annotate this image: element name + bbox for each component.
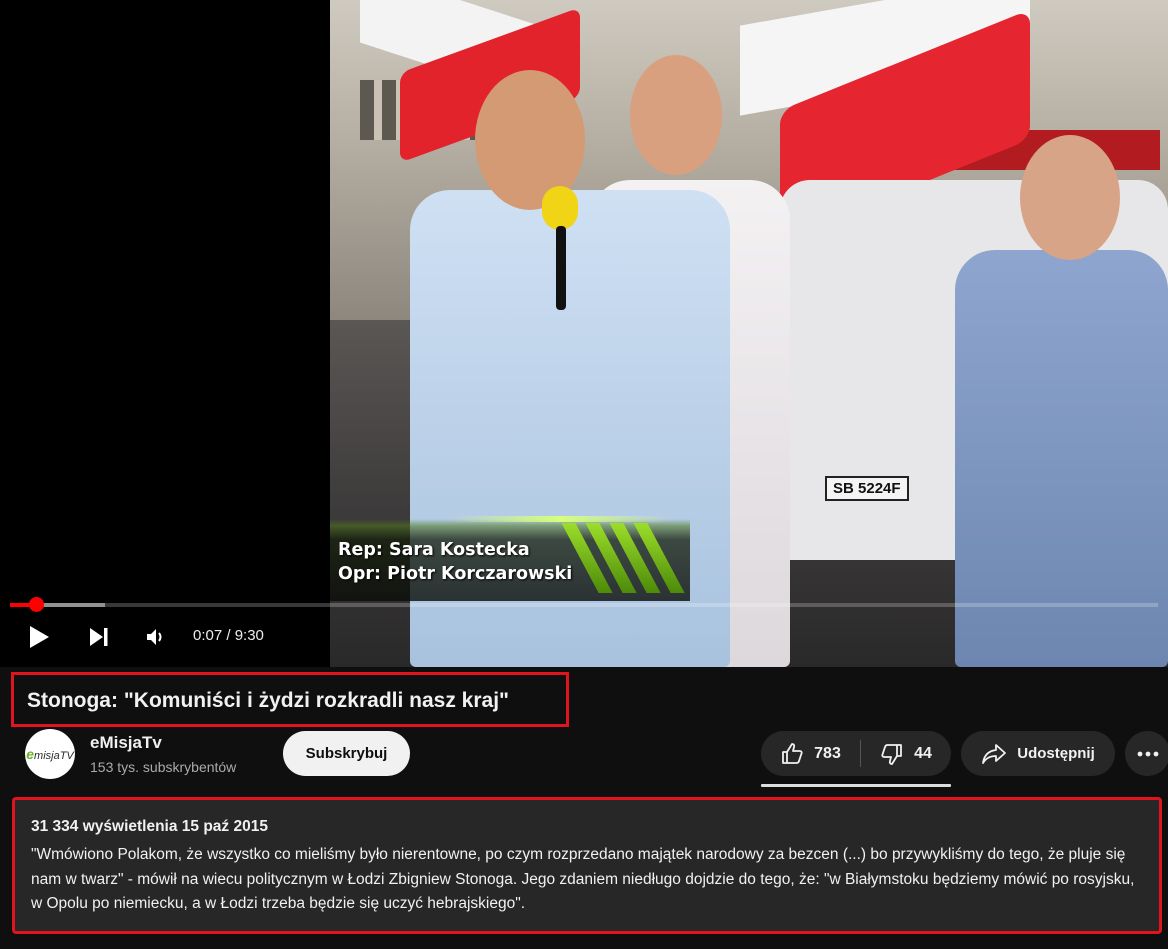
share-button[interactable]: Udostępnij [961, 731, 1115, 776]
more-actions-button[interactable] [1125, 731, 1168, 776]
like-button[interactable]: 783 [761, 731, 860, 776]
like-underline [761, 784, 951, 787]
overlay-operator: Opr: Piotr Korczarowski [338, 564, 573, 584]
man-white-shirt-head [630, 55, 722, 175]
thumbs-down-icon [881, 743, 902, 765]
lower-third-overlay: Rep: Sara Kostecka Opr: Piotr Korczarows… [330, 516, 690, 601]
next-icon [90, 628, 108, 646]
play-icon [30, 626, 49, 648]
video-player[interactable]: SB 5224F Rep: Sara Kostecka Opr: Piotr K… [0, 0, 1168, 667]
share-label: Udostępnij [1017, 745, 1095, 762]
description-meta: 31 334 wyświetlenia 15 paź 2015 [31, 818, 268, 835]
older-man-head [1020, 135, 1120, 260]
progress-scrubber[interactable] [29, 597, 45, 612]
channel-avatar[interactable]: emisjaTV [25, 729, 75, 779]
avatar-logo: emisjaTV [26, 746, 74, 762]
video-title: Stonoga: "Komuniści i żydzi rozkradli na… [27, 689, 510, 712]
channel-name[interactable]: eMisjaTv [90, 733, 162, 753]
play-button[interactable] [24, 622, 54, 652]
subscribe-button[interactable]: Subskrybuj [283, 731, 410, 776]
volume-icon [147, 629, 162, 645]
microphone [542, 186, 578, 230]
progress-bar[interactable] [10, 597, 1158, 612]
subscriber-count: 153 tys. subskrybentów [90, 759, 237, 775]
volume-button[interactable] [140, 622, 170, 652]
description-text: "Wmówiono Polakom, że wszystko co mieliś… [31, 846, 1135, 912]
lower-third-glow [450, 516, 670, 522]
overlay-reporter: Rep: Sara Kostecka [338, 540, 530, 560]
dislike-count: 44 [914, 744, 932, 762]
title-highlight-box: Stonoga: "Komuniści i żydzi rozkradli na… [11, 672, 569, 727]
next-button[interactable] [84, 622, 114, 652]
share-icon [982, 743, 1007, 764]
description-box[interactable]: 31 334 wyświetlenia 15 paź 2015 "Wmówion… [12, 797, 1162, 934]
thumbs-up-icon [782, 742, 803, 764]
dislike-button[interactable]: 44 [861, 731, 951, 776]
like-dislike-group: 783 44 [761, 731, 951, 776]
microphone-handle [556, 226, 566, 310]
license-plate: SB 5224F [825, 476, 909, 501]
like-count: 783 [814, 744, 841, 762]
more-horizontal-icon [1137, 751, 1158, 756]
lower-third-stripes [561, 523, 685, 593]
time-display: 0:07 / 9:30 [193, 627, 264, 644]
